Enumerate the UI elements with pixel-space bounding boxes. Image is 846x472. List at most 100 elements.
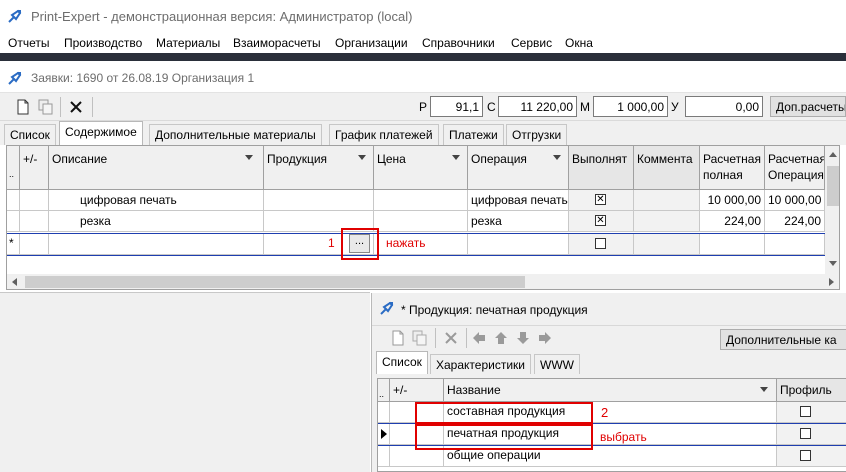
menu-item-production[interactable]: Производство <box>64 36 142 50</box>
chevron-down-icon[interactable] <box>452 155 460 160</box>
table-cell-product[interactable] <box>264 190 374 211</box>
table-cell-operation[interactable] <box>468 234 569 255</box>
table-cell-calc-operation[interactable]: 10 000,00 <box>765 190 825 211</box>
column-header-price[interactable]: Цена <box>374 146 468 190</box>
divider <box>372 325 846 326</box>
column-header-profile[interactable]: Профиль <box>777 379 846 402</box>
tab-list[interactable]: Список <box>4 124 56 145</box>
scrollbar-thumb[interactable] <box>25 276 525 288</box>
chevron-down-icon[interactable] <box>553 155 561 160</box>
arrow-left-icon[interactable] <box>471 330 487 346</box>
checkbox-unchecked[interactable] <box>800 450 811 461</box>
tab-shipments[interactable]: Отгрузки <box>506 124 568 145</box>
checkbox-unchecked[interactable] <box>800 406 811 417</box>
menu-item-organizations[interactable]: Организации <box>335 36 408 50</box>
table-cell-profile[interactable] <box>777 402 846 423</box>
arrow-down-icon[interactable] <box>515 330 531 346</box>
checkbox-unchecked[interactable] <box>595 238 606 249</box>
column-header-comment[interactable]: Коммента <box>634 146 700 190</box>
menu-item-settlements[interactable]: Взаиморасчеты <box>233 36 321 50</box>
order-toolbar: Р 91,1 С 11 220,00 М 1 000,00 У 0,00 Доп… <box>0 93 846 121</box>
tab-additional-materials[interactable]: Дополнительные материалы <box>149 124 322 145</box>
table-cell-profile[interactable] <box>777 446 846 467</box>
column-header-expand[interactable]: +/- <box>20 146 49 190</box>
checkbox-unchecked[interactable] <box>800 428 811 439</box>
scroll-right-icon[interactable] <box>829 278 834 286</box>
column-header-description[interactable]: Описание <box>49 146 264 190</box>
m-field[interactable]: 1 000,00 <box>593 96 668 117</box>
scroll-down-icon[interactable] <box>829 261 837 266</box>
menu-bar: Отчеты Производство Материалы Взаиморасч… <box>0 33 846 53</box>
copy-icon[interactable] <box>412 330 428 346</box>
checkbox-checked[interactable]: ✕ <box>595 194 606 205</box>
new-document-icon[interactable] <box>15 99 31 115</box>
table-cell-description[interactable] <box>49 234 264 255</box>
menu-item-service[interactable]: Сервис <box>511 36 552 50</box>
column-header-calc-operation[interactable]: Расчетная Операция <box>765 146 825 190</box>
table-cell-price[interactable] <box>374 190 468 211</box>
column-header-operation-label: Операция <box>471 152 527 166</box>
u-field[interactable]: 0,00 <box>685 96 763 117</box>
arrow-right-icon[interactable] <box>537 330 553 346</box>
current-row-arrow-icon <box>381 429 387 439</box>
table-cell-calc-full[interactable] <box>700 234 765 255</box>
column-header-calc-full[interactable]: Расчетная полная <box>700 146 765 190</box>
tab-payments[interactable]: Платежи <box>443 124 504 145</box>
vertical-scrollbar[interactable] <box>825 146 839 274</box>
column-header-done[interactable]: Выполнят <box>569 146 634 190</box>
column-header-name[interactable]: Название <box>444 379 777 402</box>
table-cell-calc-full[interactable]: 224,00 <box>700 211 765 232</box>
horizontal-scrollbar[interactable] <box>7 274 839 289</box>
chevron-down-icon[interactable] <box>358 155 366 160</box>
menu-item-reports[interactable]: Отчеты <box>8 36 49 50</box>
table-cell-expand[interactable] <box>20 234 49 255</box>
sub-tab-characteristics[interactable]: Характеристики <box>430 354 531 374</box>
table-cell-profile[interactable] <box>777 424 846 445</box>
additional-button[interactable]: Дополнительные ка <box>720 329 846 350</box>
chevron-down-icon[interactable] <box>245 155 253 160</box>
column-header-name-label: Название <box>447 383 501 397</box>
scroll-up-icon[interactable] <box>829 152 837 157</box>
tab-payment-schedule[interactable]: График платежей <box>329 124 439 145</box>
extra-calc-button[interactable]: Доп.расчеты <box>770 96 846 117</box>
table-cell-done[interactable]: ✕ <box>569 211 634 232</box>
new-document-icon[interactable] <box>390 330 406 346</box>
chevron-down-icon[interactable] <box>760 387 768 392</box>
menu-item-windows[interactable]: Окна <box>565 36 593 50</box>
table-cell-operation[interactable]: цифровая печать <box>468 190 569 211</box>
table-cell-description[interactable]: цифровая печать <box>49 190 264 211</box>
r-field[interactable]: 91,1 <box>430 96 483 117</box>
column-header-expand[interactable]: +/- <box>390 379 444 402</box>
table-cell-price[interactable] <box>374 211 468 232</box>
table-cell-calc-operation[interactable]: 224,00 <box>765 211 825 232</box>
annotation-box-ellipsis <box>341 228 379 260</box>
sub-tab-www[interactable]: WWW <box>534 354 580 374</box>
scrollbar-thumb[interactable] <box>827 166 839 206</box>
table-cell-comment[interactable] <box>634 234 700 255</box>
table-cell-calc-full[interactable]: 10 000,00 <box>700 190 765 211</box>
scroll-left-icon[interactable] <box>12 278 17 286</box>
column-header-product[interactable]: Продукция <box>264 146 374 190</box>
checkbox-checked[interactable]: ✕ <box>595 215 606 226</box>
c-field[interactable]: 11 220,00 <box>498 96 577 117</box>
contents-grid: .. +/- Описание Продукция Цена Операция … <box>6 145 840 290</box>
table-cell-comment[interactable] <box>634 190 700 211</box>
table-cell-done[interactable]: ✕ <box>569 190 634 211</box>
table-cell-description[interactable]: резка <box>49 211 264 232</box>
arrow-up-icon[interactable] <box>493 330 509 346</box>
table-cell-calc-operation[interactable] <box>765 234 825 255</box>
delete-icon[interactable] <box>443 330 459 346</box>
menu-item-references[interactable]: Справочники <box>422 36 495 50</box>
menu-item-materials[interactable]: Материалы <box>156 36 220 50</box>
table-cell-expand[interactable] <box>20 190 49 211</box>
table-cell-done[interactable] <box>569 234 634 255</box>
table-cell-price[interactable]: нажать <box>374 234 468 255</box>
delete-icon[interactable] <box>68 99 84 115</box>
tab-contents[interactable]: Содержимое <box>59 121 143 145</box>
table-cell-comment[interactable] <box>634 211 700 232</box>
table-cell-expand[interactable] <box>20 211 49 232</box>
copy-icon[interactable] <box>38 99 54 115</box>
sub-tab-list[interactable]: Список <box>376 351 428 374</box>
table-cell-operation[interactable]: резка <box>468 211 569 232</box>
column-header-operation[interactable]: Операция <box>468 146 569 190</box>
